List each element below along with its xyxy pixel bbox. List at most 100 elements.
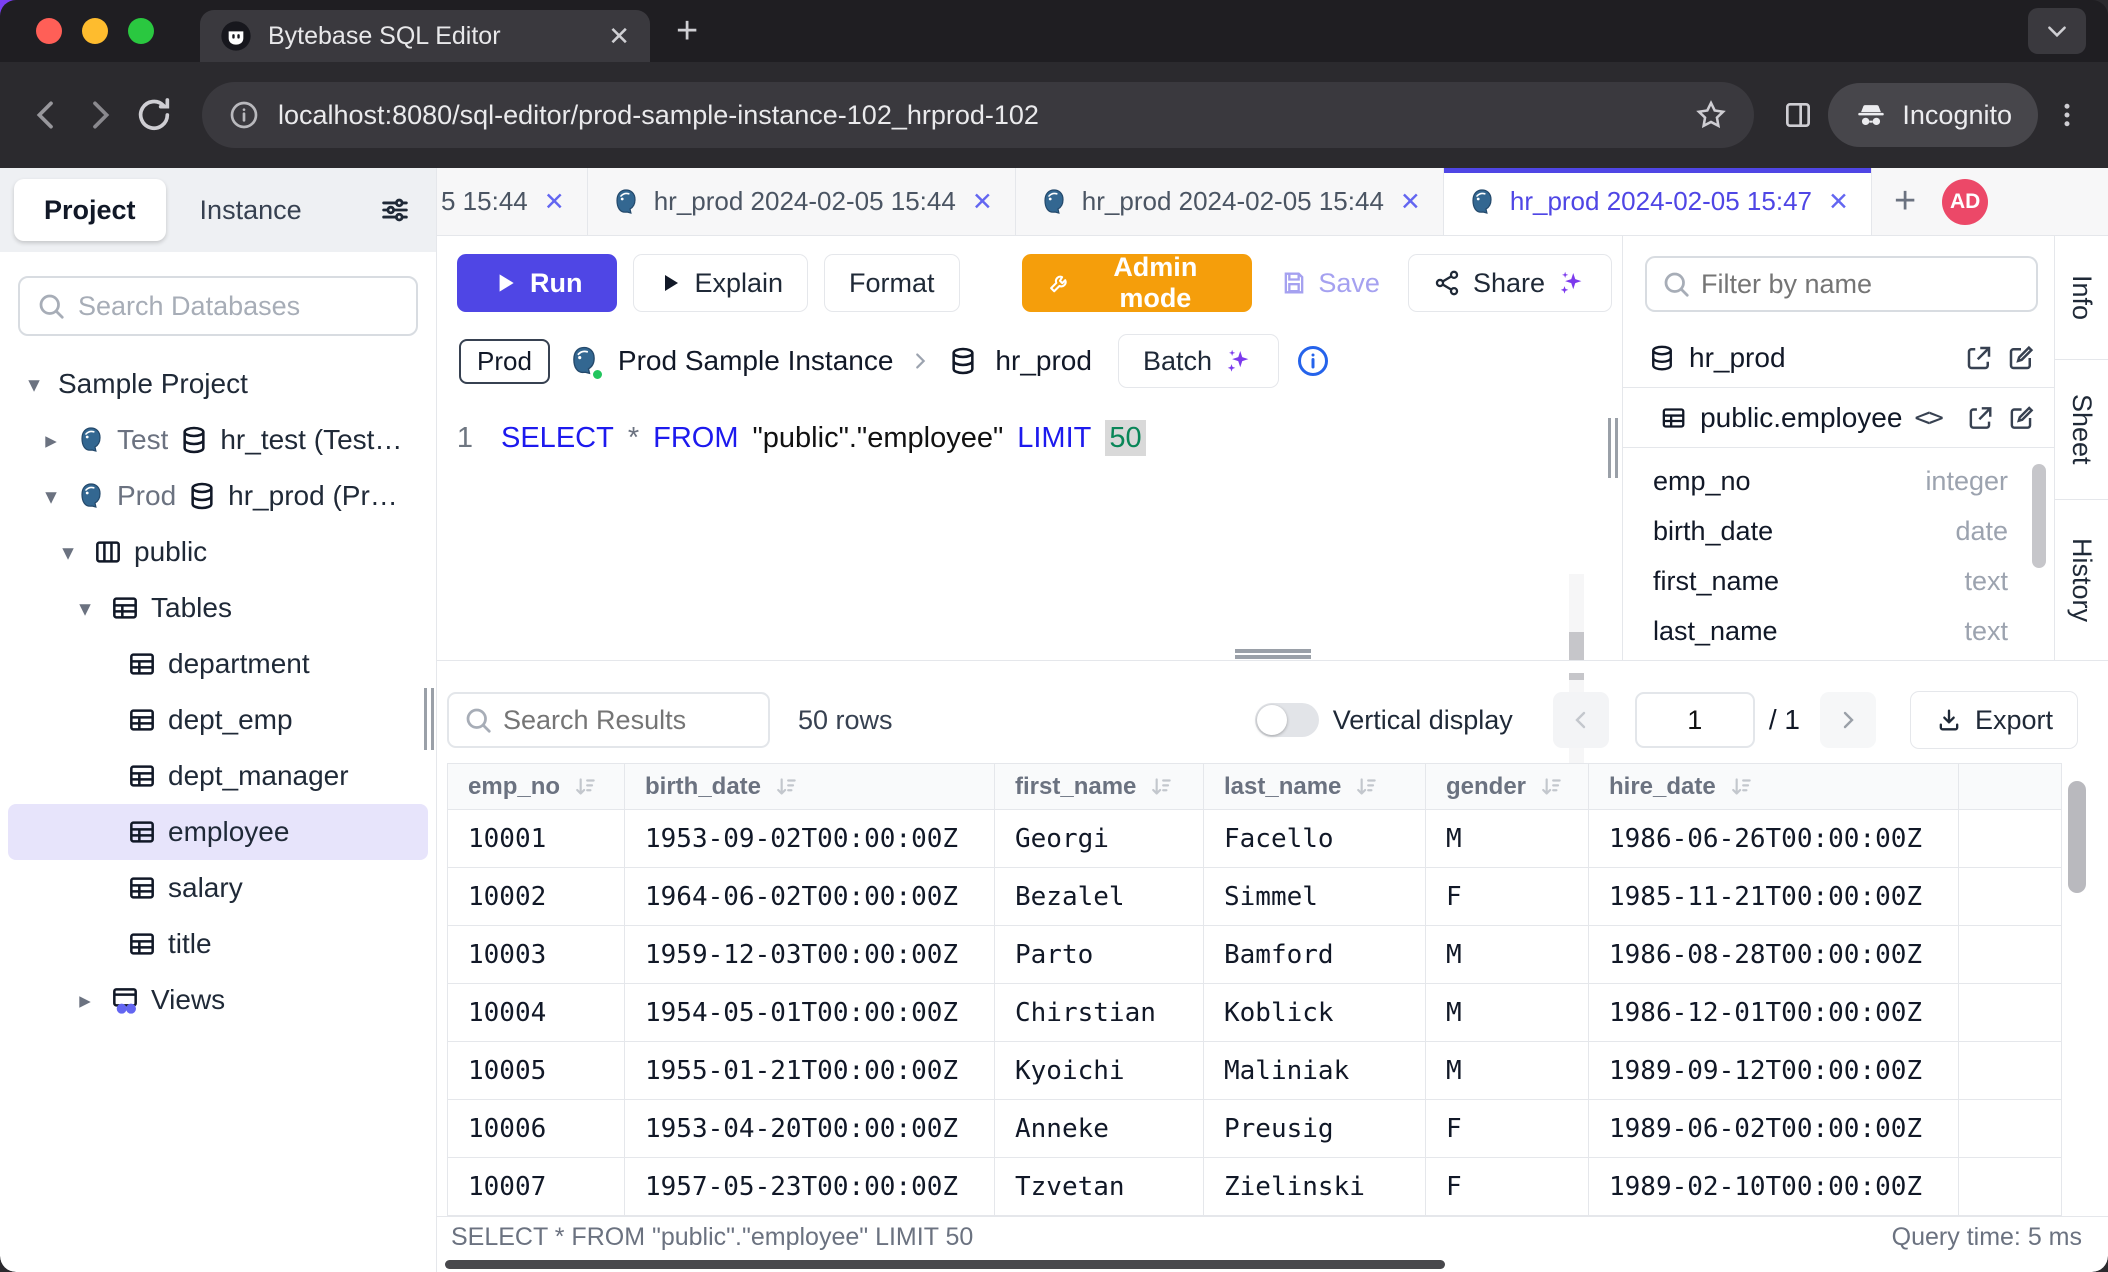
- chevron-right-icon[interactable]: ▸: [71, 987, 99, 1014]
- save-button[interactable]: Save: [1268, 254, 1392, 312]
- column-header-birth_date[interactable]: birth_date: [625, 764, 995, 810]
- cell-r4-first_name[interactable]: Chirstian: [995, 984, 1204, 1042]
- side-panel-icon[interactable]: [1782, 99, 1814, 131]
- close-icon[interactable]: ✕: [544, 187, 565, 217]
- close-icon[interactable]: ✕: [972, 187, 993, 217]
- info-icon[interactable]: [1295, 343, 1331, 379]
- tree-item-tables[interactable]: ▾Tables: [8, 580, 428, 636]
- back-icon[interactable]: [26, 95, 66, 135]
- schema-table-row[interactable]: public.employee <>: [1623, 388, 2054, 448]
- column-header-hire_date[interactable]: hire_date: [1589, 764, 1959, 810]
- prev-page-button[interactable]: [1553, 692, 1609, 748]
- tree-item-dept-manager[interactable]: dept_manager: [8, 748, 428, 804]
- tree-item-public[interactable]: ▾public: [8, 524, 428, 580]
- close-window-button[interactable]: [36, 18, 62, 44]
- cell-r3-gender[interactable]: M: [1426, 926, 1589, 984]
- new-sheet-button[interactable]: +: [1872, 168, 1938, 235]
- cell-r1-hire_date[interactable]: 1986-06-26T00:00:00Z: [1589, 810, 1959, 868]
- tab-project[interactable]: Project: [14, 179, 166, 241]
- cell-r6-first_name[interactable]: Anneke: [995, 1100, 1204, 1158]
- tree-item-title[interactable]: title: [8, 916, 428, 972]
- splitter-drag-handle[interactable]: [1235, 649, 1311, 659]
- page-number-input[interactable]: [1635, 692, 1755, 748]
- open-external-icon[interactable]: [1964, 343, 1994, 373]
- run-button[interactable]: Run: [457, 254, 617, 312]
- editor-panel-resize-handle[interactable]: [1608, 418, 1620, 478]
- horizontal-scrollbar-thumb[interactable]: [445, 1260, 1445, 1269]
- tab-info[interactable]: Info: [2055, 236, 2108, 360]
- cell-r2-first_name[interactable]: Bezalel: [995, 868, 1204, 926]
- browser-tab[interactable]: Bytebase SQL Editor ✕: [200, 10, 650, 62]
- explain-button[interactable]: Explain: [633, 254, 808, 312]
- cell-r2-hire_date[interactable]: 1985-11-21T00:00:00Z: [1589, 868, 1959, 926]
- tree-item-views[interactable]: ▸Views: [8, 972, 428, 1028]
- cell-r3-last_name[interactable]: Bamford: [1204, 926, 1426, 984]
- cell-r1-first_name[interactable]: Georgi: [995, 810, 1204, 868]
- column-header-emp_no[interactable]: emp_no: [448, 764, 625, 810]
- sheet-tab-1[interactable]: 5 15:44 ✕: [437, 168, 588, 235]
- cell-r1-birth_date[interactable]: 1953-09-02T00:00:00Z: [625, 810, 995, 868]
- tab-search-button[interactable]: [2028, 8, 2086, 54]
- column-header-last_name[interactable]: last_name: [1204, 764, 1426, 810]
- tab-sheet[interactable]: Sheet: [2055, 360, 2108, 500]
- cell-r5-first_name[interactable]: Kyoichi: [995, 1042, 1204, 1100]
- sidebar-resize-handle[interactable]: [424, 688, 436, 750]
- share-button[interactable]: Share: [1408, 254, 1612, 312]
- sql-code-area[interactable]: 1 SELECT*FROM"public"."employee"LIMIT50: [437, 396, 1612, 660]
- column-row-last_name[interactable]: last_nametext: [1623, 606, 2054, 656]
- tree-item-prod[interactable]: ▾Prodhr_prod (Pr…: [8, 468, 428, 524]
- cell-r2-last_name[interactable]: Simmel: [1204, 868, 1426, 926]
- cell-r7-first_name[interactable]: Tzvetan: [995, 1158, 1204, 1216]
- batch-button[interactable]: Batch: [1118, 334, 1279, 388]
- admin-mode-button[interactable]: Admin mode: [1022, 254, 1253, 312]
- bookmark-star-icon[interactable]: [1694, 98, 1728, 132]
- cell-r5-emp_no[interactable]: 10005: [448, 1042, 625, 1100]
- open-external-icon[interactable]: [1966, 403, 1995, 433]
- format-button[interactable]: Format: [824, 254, 960, 312]
- cell-r7-emp_no[interactable]: 10007: [448, 1158, 625, 1216]
- schema-filter[interactable]: [1645, 256, 2038, 312]
- cell-r6-birth_date[interactable]: 1953-04-20T00:00:00Z: [625, 1100, 995, 1158]
- sort-icon[interactable]: [572, 774, 598, 800]
- chevron-down-icon[interactable]: ▾: [71, 595, 99, 622]
- sort-icon[interactable]: [1353, 774, 1379, 800]
- cell-r7-birth_date[interactable]: 1957-05-23T00:00:00Z: [625, 1158, 995, 1216]
- sheet-tab-3[interactable]: hr_prod 2024-02-05 15:44 ✕: [1016, 168, 1444, 235]
- column-row-birth_date[interactable]: birth_datedate: [1623, 506, 2054, 556]
- tree-item-employee[interactable]: employee: [8, 804, 428, 860]
- cell-r3-first_name[interactable]: Parto: [995, 926, 1204, 984]
- schema-database-row[interactable]: hr_prod: [1623, 328, 2054, 388]
- sort-icon[interactable]: [773, 774, 799, 800]
- column-header-first_name[interactable]: first_name: [995, 764, 1204, 810]
- cell-r1-emp_no[interactable]: 10001: [448, 810, 625, 868]
- edit-icon[interactable]: [2006, 343, 2036, 373]
- column-row-emp_no[interactable]: emp_nointeger: [1623, 456, 2054, 506]
- results-vertical-scrollbar[interactable]: [2068, 781, 2086, 893]
- sort-icon[interactable]: [1728, 774, 1754, 800]
- chevron-down-icon[interactable]: ▾: [37, 483, 65, 510]
- results-horizontal-scrollbar[interactable]: [437, 1258, 2108, 1272]
- cell-r1-last_name[interactable]: Facello: [1204, 810, 1426, 868]
- sort-icon[interactable]: [1538, 774, 1564, 800]
- results-splitter[interactable]: [437, 660, 2108, 673]
- column-list-scrollbar[interactable]: [2032, 464, 2046, 568]
- next-page-button[interactable]: [1820, 692, 1876, 748]
- cell-r7-hire_date[interactable]: 1989-02-10T00:00:00Z: [1589, 1158, 1959, 1216]
- database-search[interactable]: [18, 276, 418, 336]
- column-row-first_name[interactable]: first_nametext: [1623, 556, 2054, 606]
- cell-r4-birth_date[interactable]: 1954-05-01T00:00:00Z: [625, 984, 995, 1042]
- edit-icon[interactable]: [2007, 403, 2036, 433]
- forward-icon[interactable]: [80, 95, 120, 135]
- cell-r4-emp_no[interactable]: 10004: [448, 984, 625, 1042]
- schema-filter-input[interactable]: [1701, 269, 2022, 300]
- tree-item-test[interactable]: ▸Testhr_test (Test…: [8, 412, 428, 468]
- cell-r5-birth_date[interactable]: 1955-01-21T00:00:00Z: [625, 1042, 995, 1100]
- browser-menu-icon[interactable]: [2052, 100, 2082, 130]
- code-icon[interactable]: <>: [1914, 403, 1941, 433]
- tree-item-salary[interactable]: salary: [8, 860, 428, 916]
- results-search[interactable]: [447, 692, 770, 748]
- cell-r5-last_name[interactable]: Maliniak: [1204, 1042, 1426, 1100]
- tab-history[interactable]: History: [2055, 500, 2108, 660]
- cell-r6-emp_no[interactable]: 10006: [448, 1100, 625, 1158]
- sheet-tab-4-active[interactable]: hr_prod 2024-02-05 15:47 ✕: [1444, 168, 1872, 235]
